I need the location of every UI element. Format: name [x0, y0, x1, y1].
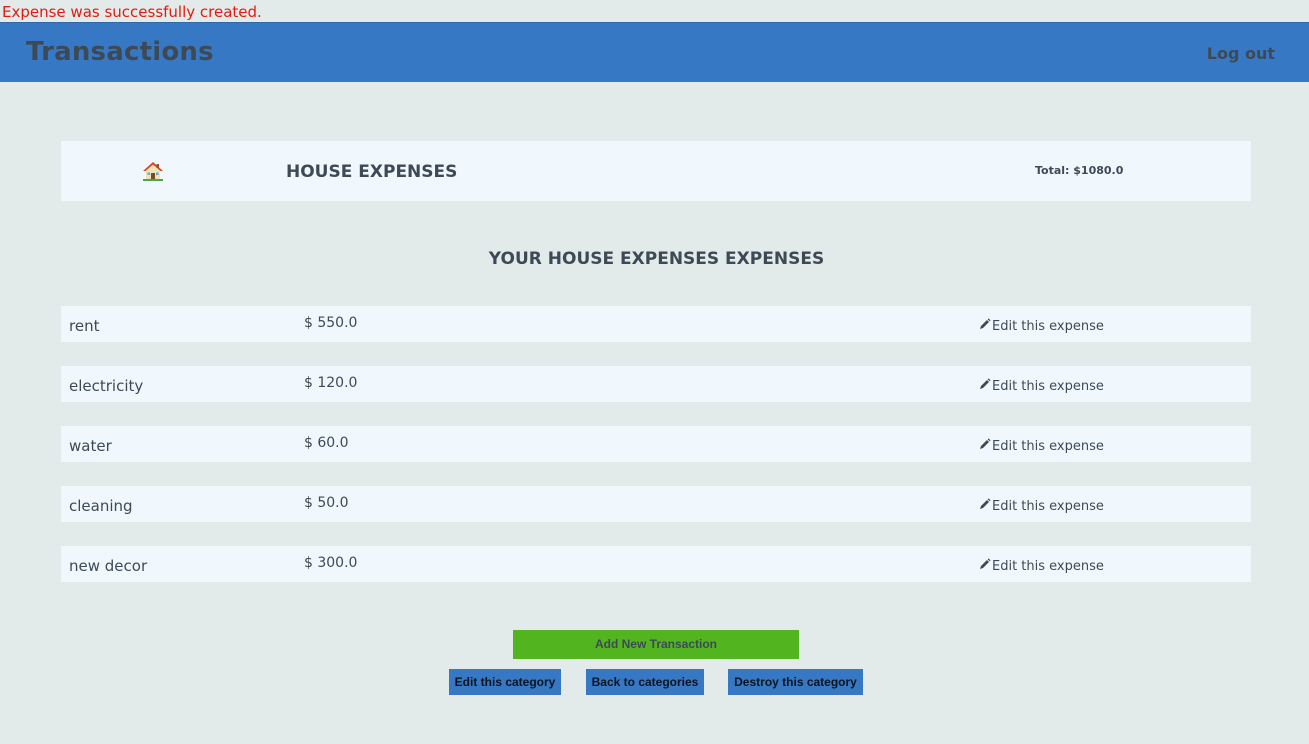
- expense-name: new decor: [69, 557, 148, 575]
- pencil-icon: [979, 318, 992, 334]
- category-total: Total: $1080.0: [1035, 164, 1124, 177]
- expense-amount: $ 550.0: [304, 315, 358, 331]
- pencil-icon: [979, 498, 992, 514]
- expense-row: rent $ 550.0 Edit this expense: [61, 306, 1251, 342]
- edit-expense-label: Edit this expense: [992, 558, 1104, 574]
- edit-expense-link[interactable]: Edit this expense: [979, 318, 1104, 334]
- logout-link[interactable]: Log out: [1207, 44, 1275, 63]
- back-to-categories-button[interactable]: Back to categories: [586, 669, 704, 695]
- expense-name: electricity: [69, 377, 144, 395]
- expense-amount: $ 300.0: [304, 555, 358, 571]
- expense-row: new decor $ 300.0 Edit this expense: [61, 546, 1251, 582]
- add-transaction-button[interactable]: Add New Transaction: [513, 630, 799, 659]
- expense-amount: $ 60.0: [304, 435, 349, 451]
- house-icon: [143, 161, 163, 181]
- edit-expense-label: Edit this expense: [992, 498, 1104, 514]
- edit-expense-link[interactable]: Edit this expense: [979, 438, 1104, 454]
- pencil-icon: [979, 438, 992, 454]
- expense-amount: $ 50.0: [304, 495, 349, 511]
- expense-name: water: [69, 437, 112, 455]
- expense-row: electricity $ 120.0 Edit this expense: [61, 366, 1251, 402]
- edit-expense-link[interactable]: Edit this expense: [979, 558, 1104, 574]
- edit-category-button[interactable]: Edit this category: [449, 669, 561, 695]
- edit-expense-label: Edit this expense: [992, 378, 1104, 394]
- page-title: Transactions: [26, 37, 214, 67]
- edit-expense-link[interactable]: Edit this expense: [979, 498, 1104, 514]
- edit-expense-label: Edit this expense: [992, 438, 1104, 454]
- edit-expense-link[interactable]: Edit this expense: [979, 378, 1104, 394]
- expense-row: cleaning $ 50.0 Edit this expense: [61, 486, 1251, 522]
- flash-notice: Expense was successfully created.: [2, 3, 262, 21]
- pencil-icon: [979, 558, 992, 574]
- destroy-category-button[interactable]: Destroy this category: [728, 669, 863, 695]
- expense-name: rent: [69, 317, 100, 335]
- top-header: Transactions Log out: [0, 22, 1309, 82]
- expense-amount: $ 120.0: [304, 375, 358, 391]
- edit-expense-label: Edit this expense: [992, 318, 1104, 334]
- expenses-section-title: YOUR HOUSE EXPENSES EXPENSES: [488, 249, 825, 269]
- pencil-icon: [979, 378, 992, 394]
- expense-row: water $ 60.0 Edit this expense: [61, 426, 1251, 462]
- expense-name: cleaning: [69, 497, 133, 515]
- category-name: HOUSE EXPENSES: [286, 162, 458, 182]
- category-card: HOUSE EXPENSES Total: $1080.0: [61, 141, 1251, 201]
